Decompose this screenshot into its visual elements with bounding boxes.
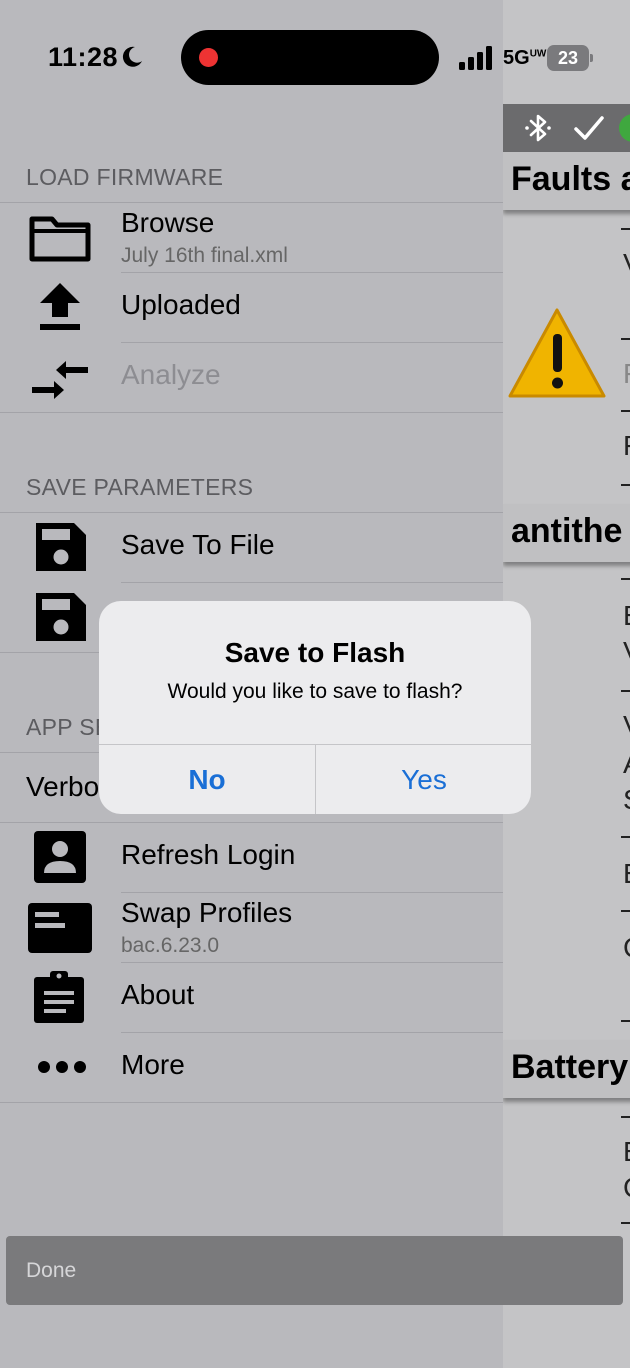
save-to-file-row[interactable]: Save To File xyxy=(0,512,503,582)
clipboard-icon xyxy=(34,971,84,1023)
swap-profiles-row[interactable]: Swap Profiles bac.6.23.0 xyxy=(0,892,503,962)
save-floppy-icon xyxy=(36,593,86,641)
done-button[interactable]: Done xyxy=(26,1259,76,1283)
row-text: F xyxy=(623,358,630,390)
row-divider xyxy=(621,836,630,838)
row-divider xyxy=(621,1116,630,1118)
dynamic-island xyxy=(181,30,439,85)
uploaded-label: Uploaded xyxy=(121,289,241,320)
row-text: S xyxy=(623,784,630,816)
compare-arrows-icon xyxy=(32,361,88,399)
row-text: V xyxy=(623,710,630,742)
checkmark-icon xyxy=(574,116,604,140)
row-divider xyxy=(621,910,630,912)
section-header-load-firmware: LOAD FIRMWARE xyxy=(26,164,224,190)
network-type: 5GUW xyxy=(503,47,547,69)
divider xyxy=(0,1102,503,1103)
section-header-save-parameters: SAVE PARAMETERS xyxy=(26,474,254,500)
row-text: A xyxy=(623,748,630,780)
verbose-row-label[interactable]: Verbo xyxy=(26,771,99,803)
row-divider xyxy=(621,578,630,580)
recording-indicator-icon xyxy=(199,48,218,67)
row-text: C xyxy=(623,932,630,964)
no-button[interactable]: No xyxy=(99,745,315,814)
battery-level: 23 xyxy=(547,45,589,71)
row-divider xyxy=(621,228,630,230)
save-to-flash-alert: Save to Flash Would you like to save to … xyxy=(99,601,531,814)
row-divider xyxy=(621,338,630,340)
row-divider xyxy=(621,690,630,692)
section-header-battery: Battery xyxy=(503,1040,630,1098)
connection-toolbar xyxy=(503,104,630,152)
cellular-signal-icon xyxy=(459,46,492,70)
status-time: 11:28 xyxy=(48,42,119,72)
row-text: E xyxy=(623,1136,630,1168)
browse-label: Browse xyxy=(121,207,215,238)
about-label: About xyxy=(121,979,195,1010)
refresh-login-row[interactable]: Refresh Login xyxy=(0,822,503,892)
analyze-row[interactable]: Analyze xyxy=(0,342,503,412)
browse-file-name: July 16th final.xml xyxy=(121,244,288,267)
bluetooth-icon xyxy=(525,114,551,142)
profile-card-icon xyxy=(28,903,92,953)
yes-button[interactable]: Yes xyxy=(316,745,531,814)
done-bar[interactable]: Done xyxy=(6,1236,623,1305)
status-bar: 11:28 5GUW 23 xyxy=(0,0,630,104)
analyze-label: Analyze xyxy=(121,359,221,390)
alert-message: Would you like to save to flash? xyxy=(167,680,463,703)
divider xyxy=(0,412,503,413)
row-divider xyxy=(621,484,630,486)
row-text: E xyxy=(623,858,630,890)
upload-icon xyxy=(40,283,80,330)
warning-icon xyxy=(508,308,606,398)
swap-profiles-label: Swap Profiles xyxy=(121,897,293,928)
focus-moon-icon xyxy=(122,46,142,67)
about-row[interactable]: About xyxy=(0,962,503,1032)
row-text: V xyxy=(623,636,630,668)
row-text: F xyxy=(623,430,630,462)
account-box-icon xyxy=(34,831,86,883)
save-floppy-icon xyxy=(36,523,86,571)
section-header-faults: Faults a xyxy=(503,152,630,210)
save-to-file-label: Save To File xyxy=(121,529,275,560)
section-header-app-settings: APP SE xyxy=(26,714,111,740)
row-text: C xyxy=(623,1172,630,1204)
more-horizontal-icon xyxy=(38,1061,86,1073)
row-divider xyxy=(621,1020,630,1022)
more-row[interactable]: More xyxy=(0,1032,503,1102)
row-divider xyxy=(621,1222,630,1224)
more-label: More xyxy=(121,1049,185,1080)
row-divider xyxy=(621,410,630,412)
swap-profiles-version: bac.6.23.0 xyxy=(121,934,220,957)
refresh-login-label: Refresh Login xyxy=(121,839,296,870)
row-text: V xyxy=(623,248,630,280)
connected-status-icon xyxy=(619,114,630,142)
row-text: E xyxy=(623,600,630,632)
battery-icon: 23 xyxy=(547,45,593,71)
uploaded-row[interactable]: Uploaded xyxy=(0,272,503,342)
folder-icon xyxy=(29,216,91,262)
section-header-antitheft: antithe xyxy=(503,504,630,562)
alert-title: Save to Flash xyxy=(224,637,406,668)
browse-row[interactable]: Browse July 16th final.xml xyxy=(0,202,503,272)
